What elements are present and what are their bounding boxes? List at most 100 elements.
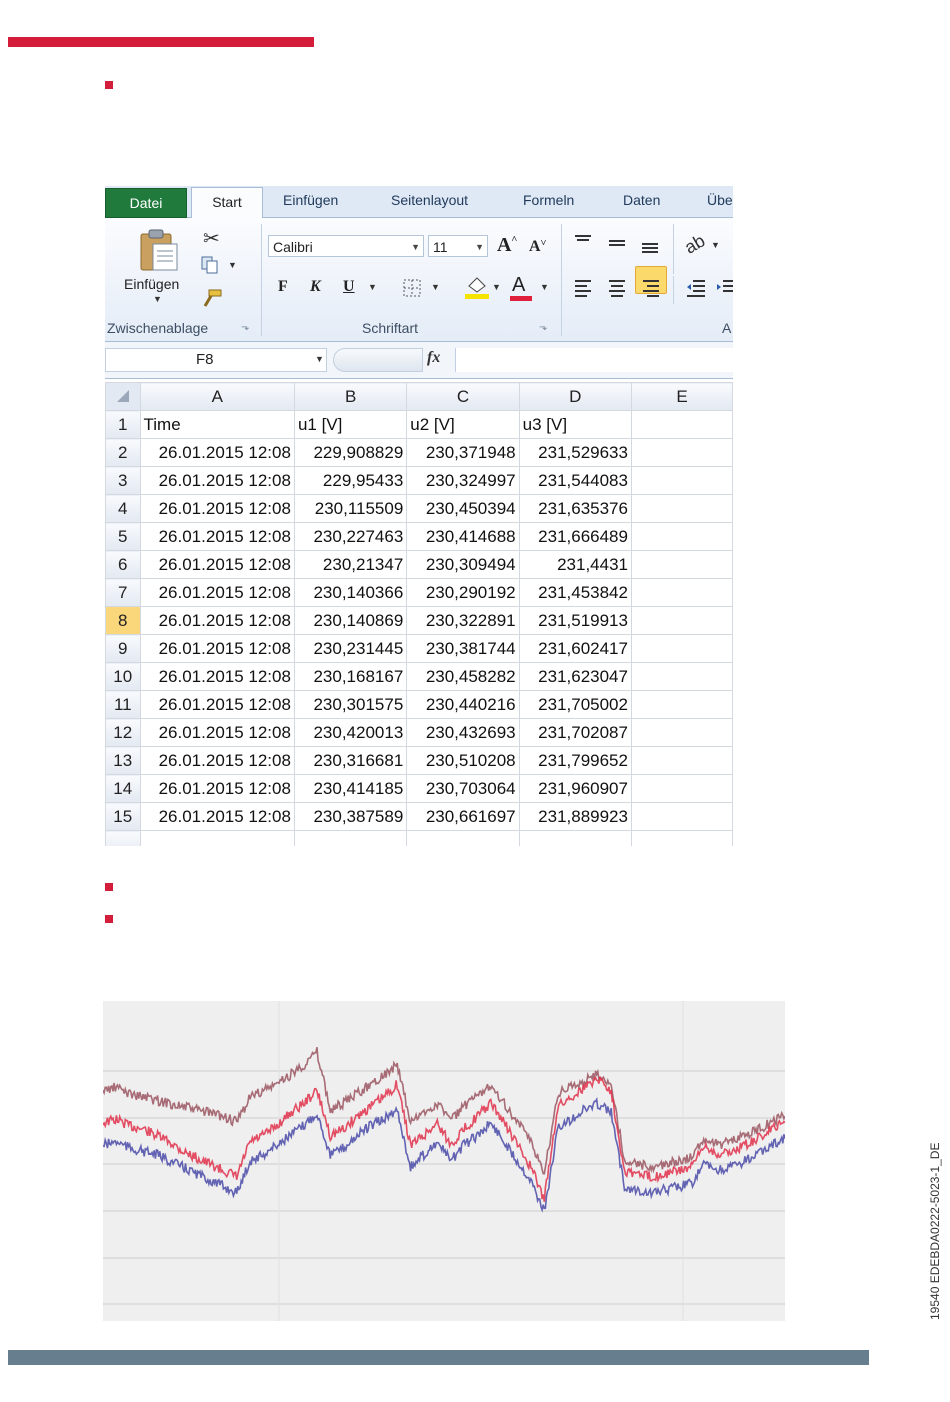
u1-cell[interactable]: 230,168167: [293, 662, 408, 691]
u1-cell[interactable]: 230,414185: [293, 774, 408, 803]
u2-cell[interactable]: 230,414688: [406, 522, 520, 551]
fill-color-icon[interactable]: [465, 274, 489, 300]
font-name-combo[interactable]: Calibri ▼: [268, 235, 424, 257]
header-cell[interactable]: u1 [V]: [293, 410, 408, 439]
time-cell[interactable]: 26.01.2015 12:08: [139, 494, 295, 523]
chevron-down-icon[interactable]: ▼: [228, 260, 237, 270]
grow-font-icon[interactable]: A˄: [497, 234, 517, 257]
time-cell[interactable]: 26.01.2015 12:08: [139, 774, 295, 803]
name-box[interactable]: F8: [105, 348, 327, 372]
u3-cell[interactable]: 231,705002: [518, 690, 632, 719]
align-right-icon[interactable]: [641, 278, 661, 298]
u3-cell[interactable]: 231,666489: [518, 522, 632, 551]
dialog-launcher-icon[interactable]: ⬎: [241, 322, 249, 333]
time-cell[interactable]: 26.01.2015 12:08: [139, 438, 295, 467]
format-painter-icon[interactable]: [201, 288, 223, 308]
row-header[interactable]: 14: [105, 774, 141, 803]
u2-cell[interactable]: 230,661697: [406, 802, 520, 831]
row-header[interactable]: 12: [105, 718, 141, 747]
header-cell[interactable]: Time: [139, 410, 295, 439]
u2-cell[interactable]: 230,322891: [406, 606, 520, 635]
u2-cell[interactable]: 230,381744: [406, 634, 520, 663]
align-bottom-icon[interactable]: [640, 234, 660, 256]
u1-cell[interactable]: 230,301575: [293, 690, 408, 719]
align-center-icon[interactable]: [607, 278, 627, 298]
column-header[interactable]: C: [406, 382, 520, 411]
tab-formulas[interactable]: Formeln: [523, 192, 574, 208]
cell[interactable]: [630, 746, 733, 775]
u3-cell[interactable]: 231,4431: [518, 550, 632, 579]
cell[interactable]: [630, 438, 733, 467]
row-header[interactable]: 5: [105, 522, 141, 551]
cell[interactable]: [518, 830, 632, 846]
cell[interactable]: [630, 578, 733, 607]
u1-cell[interactable]: 230,115509: [293, 494, 408, 523]
u3-cell[interactable]: 231,960907: [518, 774, 632, 803]
cell[interactable]: [293, 830, 408, 846]
u1-cell[interactable]: 230,420013: [293, 718, 408, 747]
time-cell[interactable]: 26.01.2015 12:08: [139, 578, 295, 607]
u3-cell[interactable]: 231,602417: [518, 634, 632, 663]
row-header[interactable]: 13: [105, 746, 141, 775]
copy-icon[interactable]: [201, 256, 223, 274]
insert-function-icon[interactable]: fx: [427, 349, 440, 367]
cell[interactable]: [630, 718, 733, 747]
chevron-down-icon[interactable]: ▼: [492, 282, 501, 292]
time-cell[interactable]: 26.01.2015 12:08: [139, 634, 295, 663]
time-cell[interactable]: 26.01.2015 12:08: [139, 606, 295, 635]
u3-cell[interactable]: 231,635376: [518, 494, 632, 523]
tab-page-layout[interactable]: Seitenlayout: [391, 192, 468, 208]
cell[interactable]: [406, 830, 520, 846]
tab-review[interactable]: Übe: [707, 192, 733, 208]
row-header[interactable]: 15: [105, 802, 141, 831]
time-cell[interactable]: 26.01.2015 12:08: [139, 802, 295, 831]
cell[interactable]: [630, 410, 733, 439]
time-cell[interactable]: 26.01.2015 12:08: [139, 690, 295, 719]
dialog-launcher-icon[interactable]: ⬎: [539, 322, 547, 333]
row-header[interactable]: 7: [105, 578, 141, 607]
font-color-icon[interactable]: A: [512, 274, 525, 297]
row-header[interactable]: 11: [105, 690, 141, 719]
u2-cell[interactable]: 230,510208: [406, 746, 520, 775]
u2-cell[interactable]: 230,290192: [406, 578, 520, 607]
chevron-down-icon[interactable]: ▼: [475, 236, 484, 258]
cell[interactable]: [630, 606, 733, 635]
align-top-icon[interactable]: [573, 234, 593, 252]
row-header[interactable]: 9: [105, 634, 141, 663]
u2-cell[interactable]: 230,440216: [406, 690, 520, 719]
cell[interactable]: [630, 690, 733, 719]
select-all-corner[interactable]: [105, 382, 141, 411]
cell[interactable]: [139, 830, 295, 846]
cell[interactable]: [630, 494, 733, 523]
u3-cell[interactable]: 231,623047: [518, 662, 632, 691]
u1-cell[interactable]: 230,316681: [293, 746, 408, 775]
column-header[interactable]: D: [518, 382, 632, 411]
row-header-selected[interactable]: 8: [105, 606, 141, 635]
paste-button-label[interactable]: Einfügen: [124, 276, 179, 292]
chevron-down-icon[interactable]: ▼: [431, 282, 440, 292]
u2-cell[interactable]: 230,458282: [406, 662, 520, 691]
time-cell[interactable]: 26.01.2015 12:08: [139, 522, 295, 551]
font-size-combo[interactable]: 11 ▼: [428, 235, 488, 257]
u3-cell[interactable]: 231,453842: [518, 578, 632, 607]
u1-cell[interactable]: 230,387589: [293, 802, 408, 831]
u3-cell[interactable]: 231,519913: [518, 606, 632, 635]
cell[interactable]: [630, 830, 733, 846]
u2-cell[interactable]: 230,450394: [406, 494, 520, 523]
italic-button[interactable]: K: [310, 278, 321, 296]
u1-cell[interactable]: 229,908829: [293, 438, 408, 467]
chevron-down-icon[interactable]: ▼: [711, 240, 720, 250]
column-header[interactable]: E: [630, 382, 733, 411]
u3-cell[interactable]: 231,702087: [518, 718, 632, 747]
column-header[interactable]: B: [293, 382, 408, 411]
u3-cell[interactable]: 231,889923: [518, 802, 632, 831]
align-left-icon[interactable]: [573, 278, 593, 298]
chevron-down-icon[interactable]: ▼: [153, 294, 162, 304]
tab-data[interactable]: Daten: [623, 192, 660, 208]
header-cell[interactable]: u2 [V]: [406, 410, 520, 439]
orientation-icon[interactable]: ab: [681, 230, 709, 258]
shrink-font-icon[interactable]: A˅: [529, 238, 546, 256]
chevron-down-icon[interactable]: ▼: [368, 282, 377, 292]
row-header[interactable]: 4: [105, 494, 141, 523]
u3-cell[interactable]: 231,529633: [518, 438, 632, 467]
